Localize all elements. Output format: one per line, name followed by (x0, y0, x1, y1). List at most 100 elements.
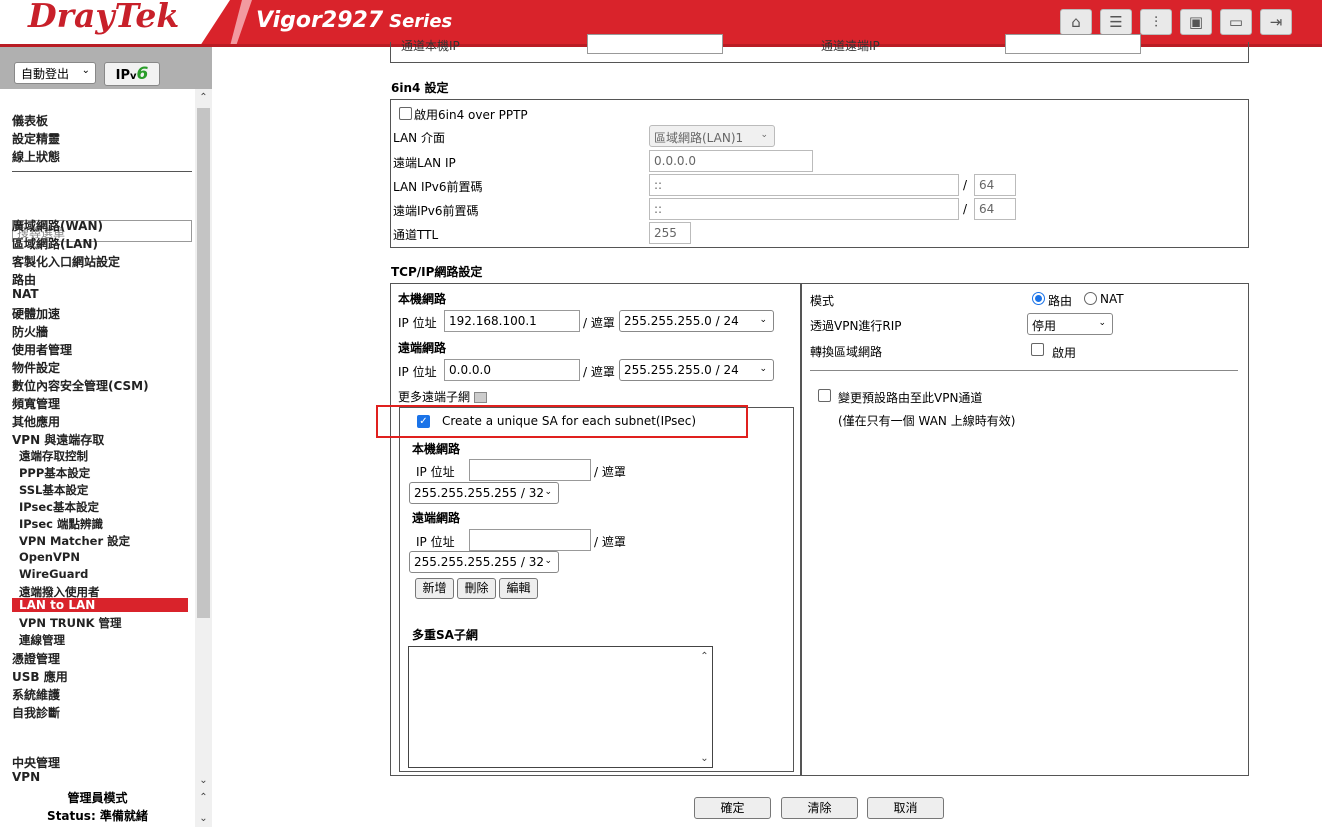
sub-local-ip-input[interactable] (469, 459, 591, 481)
menu-online-status[interactable]: 線上狀態 (12, 148, 60, 165)
rip-select[interactable]: 停用 ⌄ (1027, 313, 1113, 335)
menu-vpn-trunk[interactable]: VPN TRUNK 管理 (19, 615, 122, 631)
footer-scrollbar[interactable]: ⌃ ⌄ (195, 789, 212, 827)
menu-central-vpn[interactable]: VPN (12, 770, 40, 784)
menu-vpn-matcher[interactable]: VPN Matcher 設定 (19, 533, 130, 549)
tunnel-local-ip-input[interactable] (587, 34, 723, 54)
menu-ipsec-peer[interactable]: IPsec 端點辨識 (19, 516, 103, 532)
tunnel-local-ip-label: 通道本機IP (401, 39, 460, 53)
menu-objects[interactable]: 物件設定 (12, 359, 60, 376)
remote-prefix-input[interactable]: :: (649, 198, 959, 220)
lan-interface-value: 區域網路(LAN)1 (654, 131, 744, 145)
lan-prefix-length-input[interactable]: 64 (974, 174, 1016, 196)
menu-remote-access-control[interactable]: 遠端存取控制 (19, 448, 88, 464)
sub-local-network-label: 本機網路 (412, 442, 461, 456)
lan-interface-label: LAN 介面 (393, 131, 445, 145)
delete-subnet-button[interactable]: 刪除 (457, 578, 496, 599)
home-icon[interactable]: ⌂ (1060, 9, 1092, 35)
mode-label: 模式 (810, 294, 835, 308)
menu-routing[interactable]: 路由 (12, 271, 36, 288)
menu-hw-accel[interactable]: 硬體加速 (12, 305, 60, 322)
menu-scrollbar[interactable]: ⌃ ⌄ (195, 89, 212, 789)
chevron-down-icon: ⌄ (544, 487, 552, 497)
mode-route-radio[interactable] (1032, 292, 1045, 305)
sub-remote-mask-select[interactable]: 255.255.255.255 / 32 ⌄ (409, 551, 559, 573)
scroll-up-icon[interactable]: ⌃ (195, 789, 212, 806)
local-ip-input[interactable]: 192.168.100.1 (444, 310, 580, 332)
enable-6in4-checkbox[interactable] (399, 107, 412, 120)
menu-firewall[interactable]: 防火牆 (12, 323, 48, 340)
menu-ipsec-general[interactable]: IPsec基本設定 (19, 499, 99, 515)
book-icon[interactable]: ▭ (1220, 9, 1252, 35)
menu-maintenance[interactable]: 系統維護 (12, 686, 60, 703)
menu-bandwidth[interactable]: 頻寬管理 (12, 395, 60, 412)
lan-prefix-input[interactable]: :: (649, 174, 959, 196)
translate-lan-checkbox[interactable] (1031, 343, 1044, 356)
menu-connection-mgmt[interactable]: 連線管理 (19, 632, 65, 648)
menu-nat[interactable]: NAT (12, 287, 39, 301)
multi-sa-list[interactable]: ⌃ ⌄ (408, 646, 713, 768)
list-scrollbar[interactable]: ⌃ ⌄ (697, 647, 712, 767)
menu-lan[interactable]: 區域網路(LAN) (12, 235, 98, 252)
lan-interface-select[interactable]: 區域網路(LAN)1 ⌄ (649, 125, 775, 147)
mode-nat-radio[interactable] (1084, 292, 1097, 305)
lan-prefix-slash: / (963, 178, 968, 192)
tunnel-remote-ip-input[interactable] (1005, 34, 1141, 54)
menu-wizard[interactable]: 設定精靈 (12, 130, 60, 147)
scroll-down-icon[interactable]: ⌄ (697, 750, 712, 767)
remote-lan-ip-input[interactable]: 0.0.0.0 (649, 150, 813, 172)
ipv6-badge[interactable]: IPv6 (104, 62, 160, 86)
sub-remote-ip-input[interactable] (469, 529, 591, 551)
menu-vpn[interactable]: VPN 與遠端存取 (12, 431, 104, 448)
save-icon[interactable]: ▣ (1180, 9, 1212, 35)
menu-diagnostics[interactable]: 自我診斷 (12, 704, 60, 721)
menu-wan[interactable]: 廣域網路(WAN) (12, 217, 103, 234)
menu-lan-to-lan[interactable]: LAN to LAN (12, 598, 188, 612)
remote-prefix-slash: / (963, 202, 968, 216)
right-divider (810, 370, 1238, 371)
chevron-down-icon: ⌄ (759, 364, 767, 374)
remote-prefix-length-input[interactable]: 64 (974, 198, 1016, 220)
menu-usb[interactable]: USB 應用 (12, 668, 68, 685)
clear-button[interactable]: 清除 (781, 797, 858, 819)
menu-wireguard[interactable]: WireGuard (19, 567, 88, 581)
model-title: Vigor2927 Series (256, 8, 452, 33)
menu-central-mgmt[interactable]: 中央管理 (12, 754, 60, 771)
menu-ppp-general[interactable]: PPP基本設定 (19, 465, 90, 481)
auto-logout-select[interactable]: 自動登出 ⌄ (14, 62, 96, 84)
remote-mask-select[interactable]: 255.255.255.0 / 24 ⌄ (619, 359, 774, 381)
menu-portal[interactable]: 客製化入口網站設定 (12, 253, 120, 270)
logout-icon[interactable]: ⇥ (1260, 9, 1292, 35)
mode-route-label: 路由 (1048, 294, 1073, 308)
remote-ip-input[interactable]: 0.0.0.0 (444, 359, 580, 381)
local-mask-select[interactable]: 255.255.255.0 / 24 ⌄ (619, 310, 774, 332)
scroll-down-icon[interactable]: ⌄ (195, 772, 212, 789)
collapse-icon[interactable] (474, 392, 488, 403)
menu-applications[interactable]: 其他應用 (12, 413, 60, 430)
scroll-up-icon[interactable]: ⌃ (195, 89, 212, 106)
table-icon[interactable]: ☰ (1100, 9, 1132, 35)
change-route-checkbox[interactable] (818, 389, 831, 402)
scroll-thumb[interactable] (197, 108, 210, 618)
scroll-up-icon[interactable]: ⌃ (697, 648, 712, 665)
ipv6-six: 6 (136, 64, 149, 84)
menu-user-mgmt[interactable]: 使用者管理 (12, 341, 72, 358)
menu-csm[interactable]: 數位內容安全管理(CSM) (12, 377, 149, 394)
sub-local-mask-label: / 遮罩 (594, 465, 626, 479)
model-series: Series (389, 11, 453, 32)
menu-openvpn[interactable]: OpenVPN (19, 550, 80, 564)
tunnel-ttl-input[interactable]: 255 (649, 222, 691, 244)
scroll-down-icon[interactable]: ⌄ (195, 810, 212, 827)
sub-remote-mask-label: / 遮罩 (594, 535, 626, 549)
menu-ssl-general[interactable]: SSL基本設定 (19, 482, 88, 498)
remote-lan-ip-label: 遠端LAN IP (393, 156, 456, 170)
cancel-button[interactable]: 取消 (867, 797, 944, 819)
add-subnet-button[interactable]: 新增 (415, 578, 454, 599)
menu-certificates[interactable]: 憑證管理 (12, 650, 60, 667)
ok-button[interactable]: 確定 (694, 797, 771, 819)
main-content: 通道本機IP 通道遠端IP 6in4 設定 啟用6in4 over PPTP L… (212, 34, 1322, 827)
menu-dashboard[interactable]: 儀表板 (12, 112, 48, 129)
sliders-icon[interactable]: ⫶ (1140, 9, 1172, 35)
sub-local-mask-select[interactable]: 255.255.255.255 / 32 ⌄ (409, 482, 559, 504)
edit-subnet-button[interactable]: 編輯 (499, 578, 538, 599)
